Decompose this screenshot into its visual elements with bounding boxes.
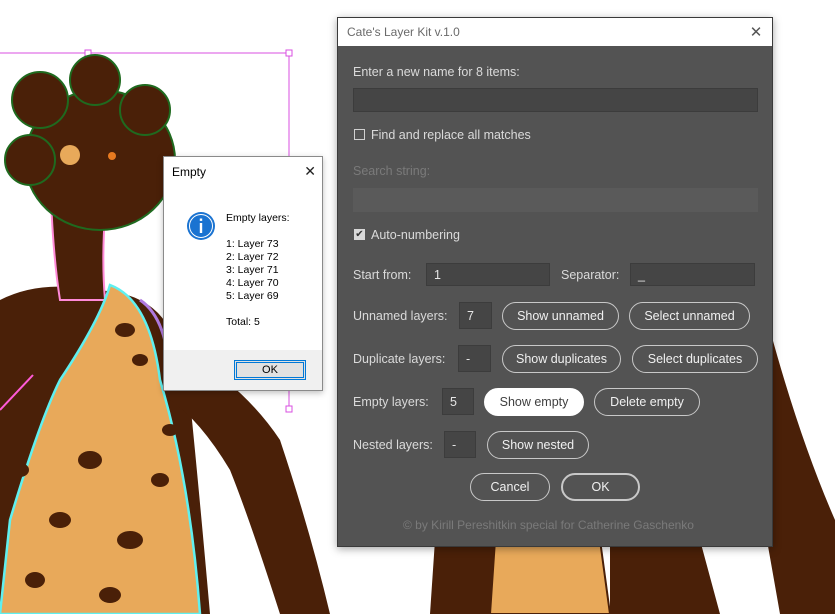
close-icon[interactable]: ✕ — [304, 163, 316, 180]
unnamed-layers-label: Unnamed layers: — [353, 309, 448, 323]
dialog-message: Empty layers: 1: Layer 73 2: Layer 72 3:… — [226, 212, 290, 329]
select-unnamed-button[interactable]: Select unnamed — [629, 302, 750, 330]
start-from-label: Start from: — [353, 268, 412, 282]
separator-label: Separator: — [561, 268, 620, 282]
auto-numbering-checkbox[interactable]: ✔ — [354, 229, 365, 240]
show-nested-button[interactable]: Show nested — [487, 431, 589, 459]
empty-count: 5 — [442, 388, 474, 415]
dialog-ok-button[interactable]: OK — [234, 360, 306, 380]
rename-label: Enter a new name for 8 items: — [353, 65, 520, 79]
find-replace-checkbox[interactable] — [354, 129, 365, 140]
delete-empty-button[interactable]: Delete empty — [594, 388, 700, 416]
unnamed-count: 7 — [459, 302, 492, 329]
dialog-title: Empty — [172, 165, 207, 179]
duplicate-count: - — [458, 345, 491, 372]
duplicate-layers-label: Duplicate layers: — [353, 352, 446, 366]
panel-title: Cate's Layer Kit v.1.0 — [347, 25, 460, 39]
empty-layer-item: 2: Layer 72 — [226, 251, 279, 263]
nested-count: - — [444, 431, 476, 458]
auto-numbering-label: Auto-numbering — [371, 228, 460, 242]
empty-layers-dialog: Empty ✕ Empty layers: 1: Layer 73 2: Lay… — [163, 156, 323, 391]
message-total: Total: 5 — [226, 316, 260, 328]
empty-layers-label: Empty layers: — [353, 395, 429, 409]
cancel-button[interactable]: Cancel — [470, 473, 550, 501]
empty-layer-item: 3: Layer 71 — [226, 264, 279, 276]
selection-handle[interactable] — [285, 405, 293, 413]
close-icon[interactable]: ✕ — [746, 22, 766, 42]
dialog-body: Empty layers: 1: Layer 73 2: Layer 72 3:… — [164, 187, 322, 350]
ok-button[interactable]: OK — [561, 473, 640, 501]
dialog-titlebar: Empty ✕ — [164, 157, 322, 187]
panel-titlebar: Cate's Layer Kit v.1.0 ✕ — [338, 18, 772, 46]
search-string-input[interactable] — [353, 188, 758, 212]
search-string-label: Search string: — [353, 164, 431, 178]
select-duplicates-button[interactable]: Select duplicates — [632, 345, 758, 373]
selection-handle[interactable] — [285, 49, 293, 57]
layer-kit-panel: Cate's Layer Kit v.1.0 ✕ Enter a new nam… — [337, 17, 773, 547]
separator-input[interactable]: _ — [630, 263, 755, 286]
show-duplicates-button[interactable]: Show duplicates — [502, 345, 621, 373]
empty-layer-item: 5: Layer 69 — [226, 290, 279, 302]
show-empty-button[interactable]: Show empty — [484, 388, 584, 416]
message-heading: Empty layers: — [226, 212, 290, 224]
rename-input[interactable] — [353, 88, 758, 112]
find-replace-label: Find and replace all matches — [371, 128, 531, 142]
figure-left-hair — [4, 54, 176, 231]
nested-layers-label: Nested layers: — [353, 438, 433, 452]
start-from-input[interactable]: 1 — [426, 263, 550, 286]
empty-layer-item: 1: Layer 73 — [226, 238, 279, 250]
info-icon — [187, 212, 215, 240]
copyright-footer: © by Kirill Pereshitkin special for Cath… — [403, 518, 694, 532]
empty-layer-item: 4: Layer 70 — [226, 277, 279, 289]
show-unnamed-button[interactable]: Show unnamed — [502, 302, 619, 330]
